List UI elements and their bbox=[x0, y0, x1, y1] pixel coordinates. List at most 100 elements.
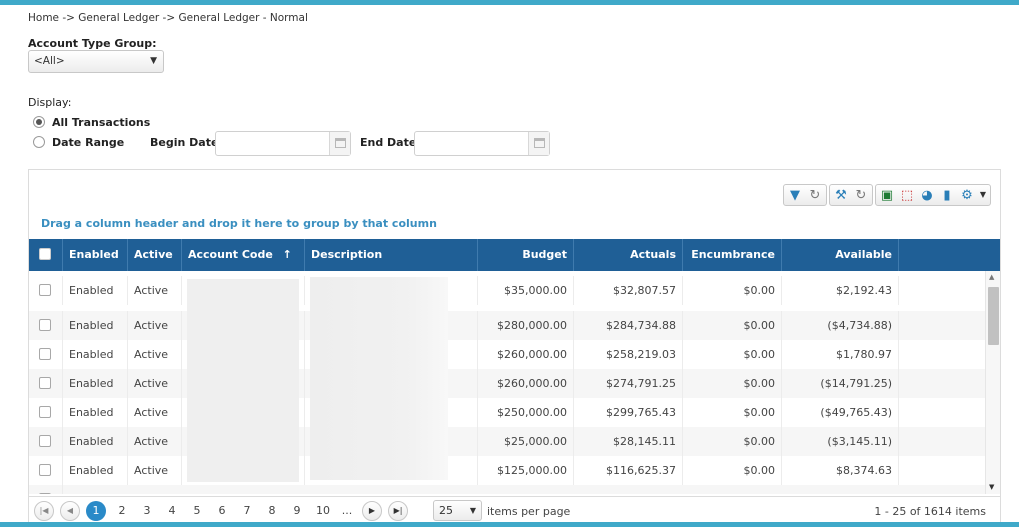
row-checkbox-cell[interactable] bbox=[29, 398, 63, 427]
vertical-scrollbar[interactable]: ▲ ▼ bbox=[985, 271, 1000, 494]
excel-icon[interactable]: ▣ bbox=[878, 186, 896, 204]
grid-header: Enabled Active Account Code ↑ Descriptio… bbox=[29, 239, 1000, 271]
pie-chart-icon[interactable]: ◕ bbox=[918, 186, 936, 204]
breadcrumb: Home -> General Ledger -> General Ledger… bbox=[28, 12, 308, 24]
account-type-group-label: Account Type Group: bbox=[28, 37, 157, 50]
column-header-available[interactable]: Available bbox=[782, 239, 899, 271]
page-3[interactable]: 3 bbox=[137, 501, 157, 521]
table-row-partial[interactable] bbox=[29, 485, 985, 494]
filter-icon[interactable]: ▼ bbox=[786, 186, 804, 204]
calendar-icon[interactable] bbox=[329, 132, 350, 155]
actuals-cell: $274,791.25 bbox=[574, 369, 683, 398]
table-row[interactable]: Enabled Active $125,000.00 $116,625.37 $… bbox=[29, 456, 985, 485]
date-range-radio[interactable] bbox=[33, 136, 45, 148]
row-checkbox[interactable] bbox=[39, 284, 51, 296]
enabled-cell: Enabled bbox=[63, 427, 128, 456]
select-all-checkbox-cell[interactable] bbox=[29, 239, 63, 271]
page-6[interactable]: 6 bbox=[212, 501, 232, 521]
column-header-actuals[interactable]: Actuals bbox=[574, 239, 683, 271]
page-10[interactable]: 10 bbox=[312, 501, 334, 521]
enabled-cell: Enabled bbox=[63, 340, 128, 369]
last-page-icon[interactable]: ▶| bbox=[388, 501, 408, 521]
gear-icon[interactable]: ⚙ bbox=[958, 186, 976, 204]
row-checkbox-cell[interactable] bbox=[29, 456, 63, 485]
active-cell: Active bbox=[128, 369, 182, 398]
wrench-icon[interactable]: ⚒ bbox=[832, 186, 850, 204]
calendar-icon[interactable] bbox=[528, 132, 549, 155]
top-accent-bar bbox=[0, 0, 1019, 5]
page-8[interactable]: 8 bbox=[262, 501, 282, 521]
refresh-icon[interactable]: ↻ bbox=[806, 186, 824, 204]
table-row[interactable]: Enabled Active $35,000.00 $32,807.57 $0.… bbox=[29, 276, 985, 305]
encumbrance-cell: $0.00 bbox=[683, 311, 782, 340]
budget-cell: $280,000.00 bbox=[478, 311, 574, 340]
scroll-down-icon[interactable]: ▼ bbox=[989, 483, 994, 491]
column-header-description[interactable]: Description bbox=[305, 239, 478, 271]
redacted-descriptions bbox=[310, 277, 448, 480]
available-cell: $8,374.63 bbox=[782, 456, 899, 485]
reset-icon[interactable]: ↻ bbox=[852, 186, 870, 204]
group-by-hint[interactable]: Drag a column header and drop it here to… bbox=[41, 217, 437, 230]
page-ellipsis[interactable]: ... bbox=[337, 501, 357, 521]
table-row[interactable]: Enabled Active $280,000.00 $284,734.88 $… bbox=[29, 311, 985, 340]
account-type-group-select[interactable]: <All> ▼ bbox=[28, 50, 164, 73]
row-checkbox-cell[interactable] bbox=[29, 311, 63, 340]
pager: |◀ ◀ 1 2 3 4 5 6 7 8 9 10 ... ▶ ▶| 25 ▼ … bbox=[29, 496, 1000, 522]
page-4[interactable]: 4 bbox=[162, 501, 182, 521]
pdf-icon[interactable]: ⬚ bbox=[898, 186, 916, 204]
chevron-down-icon[interactable]: ▼ bbox=[978, 186, 988, 204]
page-9[interactable]: 9 bbox=[287, 501, 307, 521]
column-header-active[interactable]: Active bbox=[128, 239, 182, 271]
table-row[interactable]: Enabled Active $260,000.00 $258,219.03 $… bbox=[29, 340, 985, 369]
row-checkbox-cell[interactable] bbox=[29, 276, 63, 305]
row-checkbox[interactable] bbox=[39, 377, 51, 389]
next-page-icon[interactable]: ▶ bbox=[362, 501, 382, 521]
row-checkbox-cell[interactable] bbox=[29, 485, 63, 494]
row-checkbox-cell[interactable] bbox=[29, 340, 63, 369]
column-header-encumbrance[interactable]: Encumbrance bbox=[683, 239, 782, 271]
actuals-cell: $299,765.43 bbox=[574, 398, 683, 427]
row-checkbox[interactable] bbox=[39, 464, 51, 476]
row-checkbox[interactable] bbox=[39, 348, 51, 360]
column-header-enabled[interactable]: Enabled bbox=[63, 239, 128, 271]
row-checkbox[interactable] bbox=[39, 319, 51, 331]
active-cell: Active bbox=[128, 276, 182, 305]
row-checkbox-cell[interactable] bbox=[29, 369, 63, 398]
sort-ascending-icon: ↑ bbox=[282, 248, 292, 261]
column-header-account-code[interactable]: Account Code ↑ bbox=[182, 239, 305, 271]
begin-date-input[interactable] bbox=[215, 131, 351, 156]
actuals-cell: $116,625.37 bbox=[574, 456, 683, 485]
previous-page-icon[interactable]: ◀ bbox=[60, 501, 80, 521]
actuals-cell: $284,734.88 bbox=[574, 311, 683, 340]
row-checkbox[interactable] bbox=[39, 406, 51, 418]
scrollbar-thumb[interactable] bbox=[988, 287, 999, 345]
page-2[interactable]: 2 bbox=[112, 501, 132, 521]
page-1[interactable]: 1 bbox=[86, 501, 106, 521]
page-5[interactable]: 5 bbox=[187, 501, 207, 521]
table-row[interactable]: Enabled Active $260,000.00 $274,791.25 $… bbox=[29, 369, 985, 398]
table-row[interactable]: Enabled Active $250,000.00 $299,765.43 $… bbox=[29, 398, 985, 427]
row-checkbox-cell[interactable] bbox=[29, 427, 63, 456]
first-page-icon[interactable]: |◀ bbox=[34, 501, 54, 521]
column-header-budget[interactable]: Budget bbox=[478, 239, 574, 271]
enabled-cell: Enabled bbox=[63, 398, 128, 427]
table-row[interactable]: Enabled Active $25,000.00 $28,145.11 $0.… bbox=[29, 427, 985, 456]
begin-date-label: Begin Date bbox=[150, 136, 219, 149]
document-icon[interactable]: ▮ bbox=[938, 186, 956, 204]
encumbrance-cell: $0.00 bbox=[683, 276, 782, 305]
export-group: ▣ ⬚ ◕ ▮ ⚙ ▼ bbox=[875, 184, 991, 206]
page-7[interactable]: 7 bbox=[237, 501, 257, 521]
end-date-input[interactable] bbox=[414, 131, 550, 156]
active-cell: Active bbox=[128, 456, 182, 485]
select-all-checkbox[interactable] bbox=[39, 248, 51, 260]
date-range-label[interactable]: Date Range bbox=[52, 136, 124, 149]
budget-cell: $260,000.00 bbox=[478, 340, 574, 369]
available-cell: ($4,734.88) bbox=[782, 311, 899, 340]
all-transactions-label[interactable]: All Transactions bbox=[52, 116, 150, 129]
page-size-select[interactable]: 25 ▼ bbox=[433, 500, 482, 521]
scroll-up-icon[interactable]: ▲ bbox=[989, 273, 994, 281]
account-type-group-value: <All> bbox=[34, 55, 65, 67]
row-checkbox[interactable] bbox=[39, 435, 51, 447]
all-transactions-radio[interactable] bbox=[33, 116, 45, 128]
row-checkbox[interactable] bbox=[39, 493, 51, 494]
